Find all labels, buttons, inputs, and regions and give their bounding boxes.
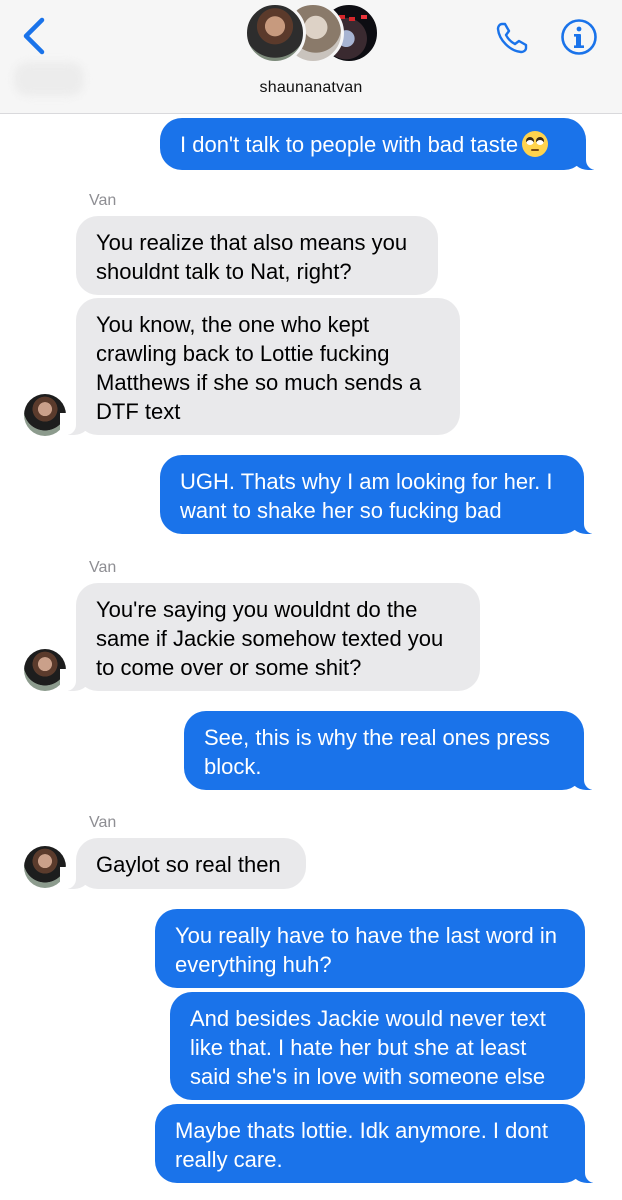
group-avatars[interactable]	[244, 2, 380, 64]
message-bubble-outgoing[interactable]: UGH. Thats why I am looking for her. I w…	[160, 455, 600, 534]
sender-name: Van	[89, 559, 117, 576]
message-text: And besides Jackie would never text like…	[190, 1006, 546, 1089]
message-text: See, this is why the real ones press blo…	[204, 725, 551, 779]
message-text: UGH. Thats why I am looking for her. I w…	[180, 469, 553, 523]
chevron-left-icon[interactable]	[18, 16, 52, 56]
message-bubble-incoming[interactable]: Gaylot so real then	[60, 838, 306, 889]
message-bubble-outgoing[interactable]: I don't talk to people with bad taste	[160, 118, 602, 170]
conversation-header: shaunanatvan	[0, 0, 622, 114]
message-bubble-incoming[interactable]: You realize that also means you shouldnt…	[76, 216, 438, 295]
message-bubble-outgoing[interactable]: See, this is why the real ones press blo…	[184, 711, 600, 790]
message-text: You're saying you wouldnt do the same if…	[96, 597, 444, 680]
group-name[interactable]: shaunanatvan	[0, 79, 622, 97]
message-text: You know, the one who kept crawling back…	[96, 312, 422, 424]
eye-roll-emoji-icon	[522, 131, 549, 157]
sender-name: Van	[89, 192, 117, 209]
message-text: Maybe thats lottie. Idk anymore. I dont …	[175, 1118, 548, 1172]
message-text: I don't talk to people with bad taste	[180, 132, 519, 157]
message-bubble-outgoing[interactable]: And besides Jackie would never text like…	[170, 992, 585, 1100]
message-text: You realize that also means you shouldnt…	[96, 230, 408, 284]
phone-icon[interactable]	[494, 20, 530, 56]
sender-name: Van	[89, 814, 117, 831]
message-bubble-incoming[interactable]: You're saying you wouldnt do the same if…	[60, 583, 480, 691]
message-bubble-outgoing[interactable]: Maybe thats lottie. Idk anymore. I dont …	[155, 1104, 601, 1183]
message-text: You really have to have the last word in…	[175, 923, 557, 977]
message-bubble-incoming[interactable]: You know, the one who kept crawling back…	[60, 298, 460, 435]
message-text: Gaylot so real then	[96, 852, 281, 877]
info-icon[interactable]	[560, 18, 598, 56]
message-bubble-outgoing[interactable]: You really have to have the last word in…	[155, 909, 585, 988]
avatar	[244, 2, 306, 64]
